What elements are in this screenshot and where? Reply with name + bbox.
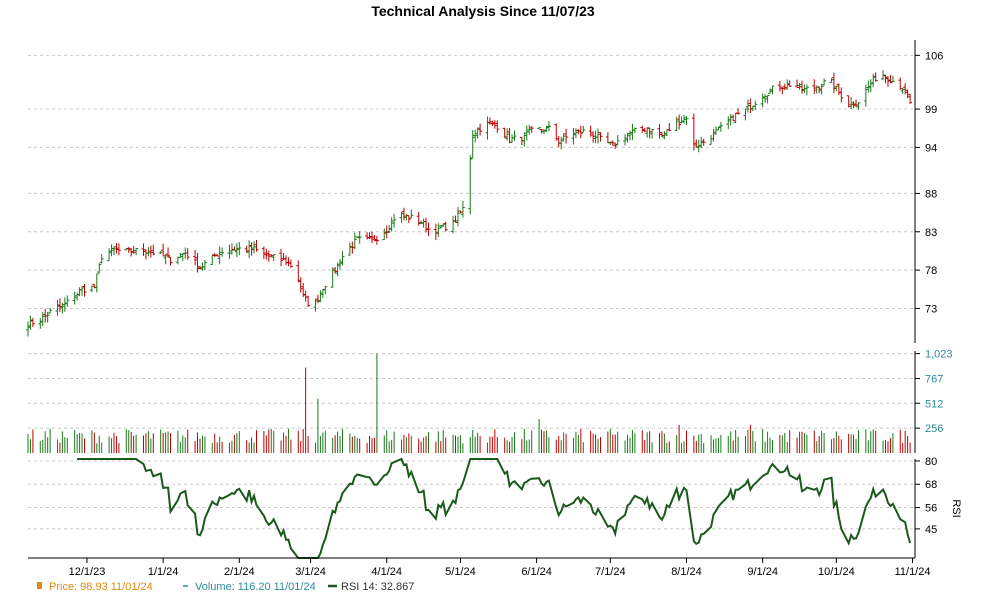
x-tick-label: 3/1/24 (295, 566, 326, 578)
rsi-tick-label: 68 (925, 479, 937, 491)
x-tick-label: 11/1/24 (895, 566, 931, 578)
volume-tick-label: 767 (925, 373, 943, 385)
x-tick-label: 6/1/24 (521, 566, 552, 578)
x-tick-label: 10/1/24 (818, 566, 855, 578)
chart-title: Technical Analysis Since 11/07/23 (371, 3, 595, 19)
price-tick-label: 88 (925, 188, 937, 200)
x-tick-label: 8/1/24 (671, 566, 702, 578)
volume-legend: Volume: 116.20 11/01/24 (195, 581, 316, 593)
rsi-axis-label: RSI (950, 499, 962, 517)
technical-analysis-chart: Technical Analysis Since 11/07/23 106 99 9… (0, 0, 1000, 600)
legend: Price: 98.93 11/01/24 Volume: 116.20 11/… (37, 581, 414, 593)
x-tick-label: 5/1/24 (445, 566, 476, 578)
volume-tick-label: 512 (925, 398, 943, 410)
x-tick-label: 12/1/23 (69, 566, 106, 578)
x-tick-label: 2/1/24 (224, 566, 255, 578)
price-tick-label: 83 (925, 227, 937, 239)
rsi-tick-label: 56 (925, 503, 937, 515)
x-tick-label: 4/1/24 (371, 566, 402, 578)
x-tick-label: 7/1/24 (595, 566, 626, 578)
price-tick-label: 94 (925, 142, 937, 154)
price-tick-label: 78 (925, 265, 937, 277)
volume-tick-label: 256 (925, 423, 943, 435)
price-legend-icon (37, 582, 42, 589)
rsi-tick-label: 45 (925, 524, 937, 536)
price-legend: Price: 98.93 11/01/24 (49, 581, 153, 593)
price-tick-label: 99 (925, 104, 937, 116)
x-tick-label: 1/1/24 (148, 566, 179, 578)
chart-background (0, 0, 1000, 600)
rsi-legend: RSI 14: 32.867 (341, 581, 414, 593)
price-tick-label: 73 (925, 303, 937, 315)
price-tick-label: 106 (925, 50, 943, 62)
rsi-tick-label: 80 (925, 456, 937, 468)
volume-tick-label: 1,023 (925, 349, 953, 361)
x-tick-label: 9/1/24 (747, 566, 778, 578)
